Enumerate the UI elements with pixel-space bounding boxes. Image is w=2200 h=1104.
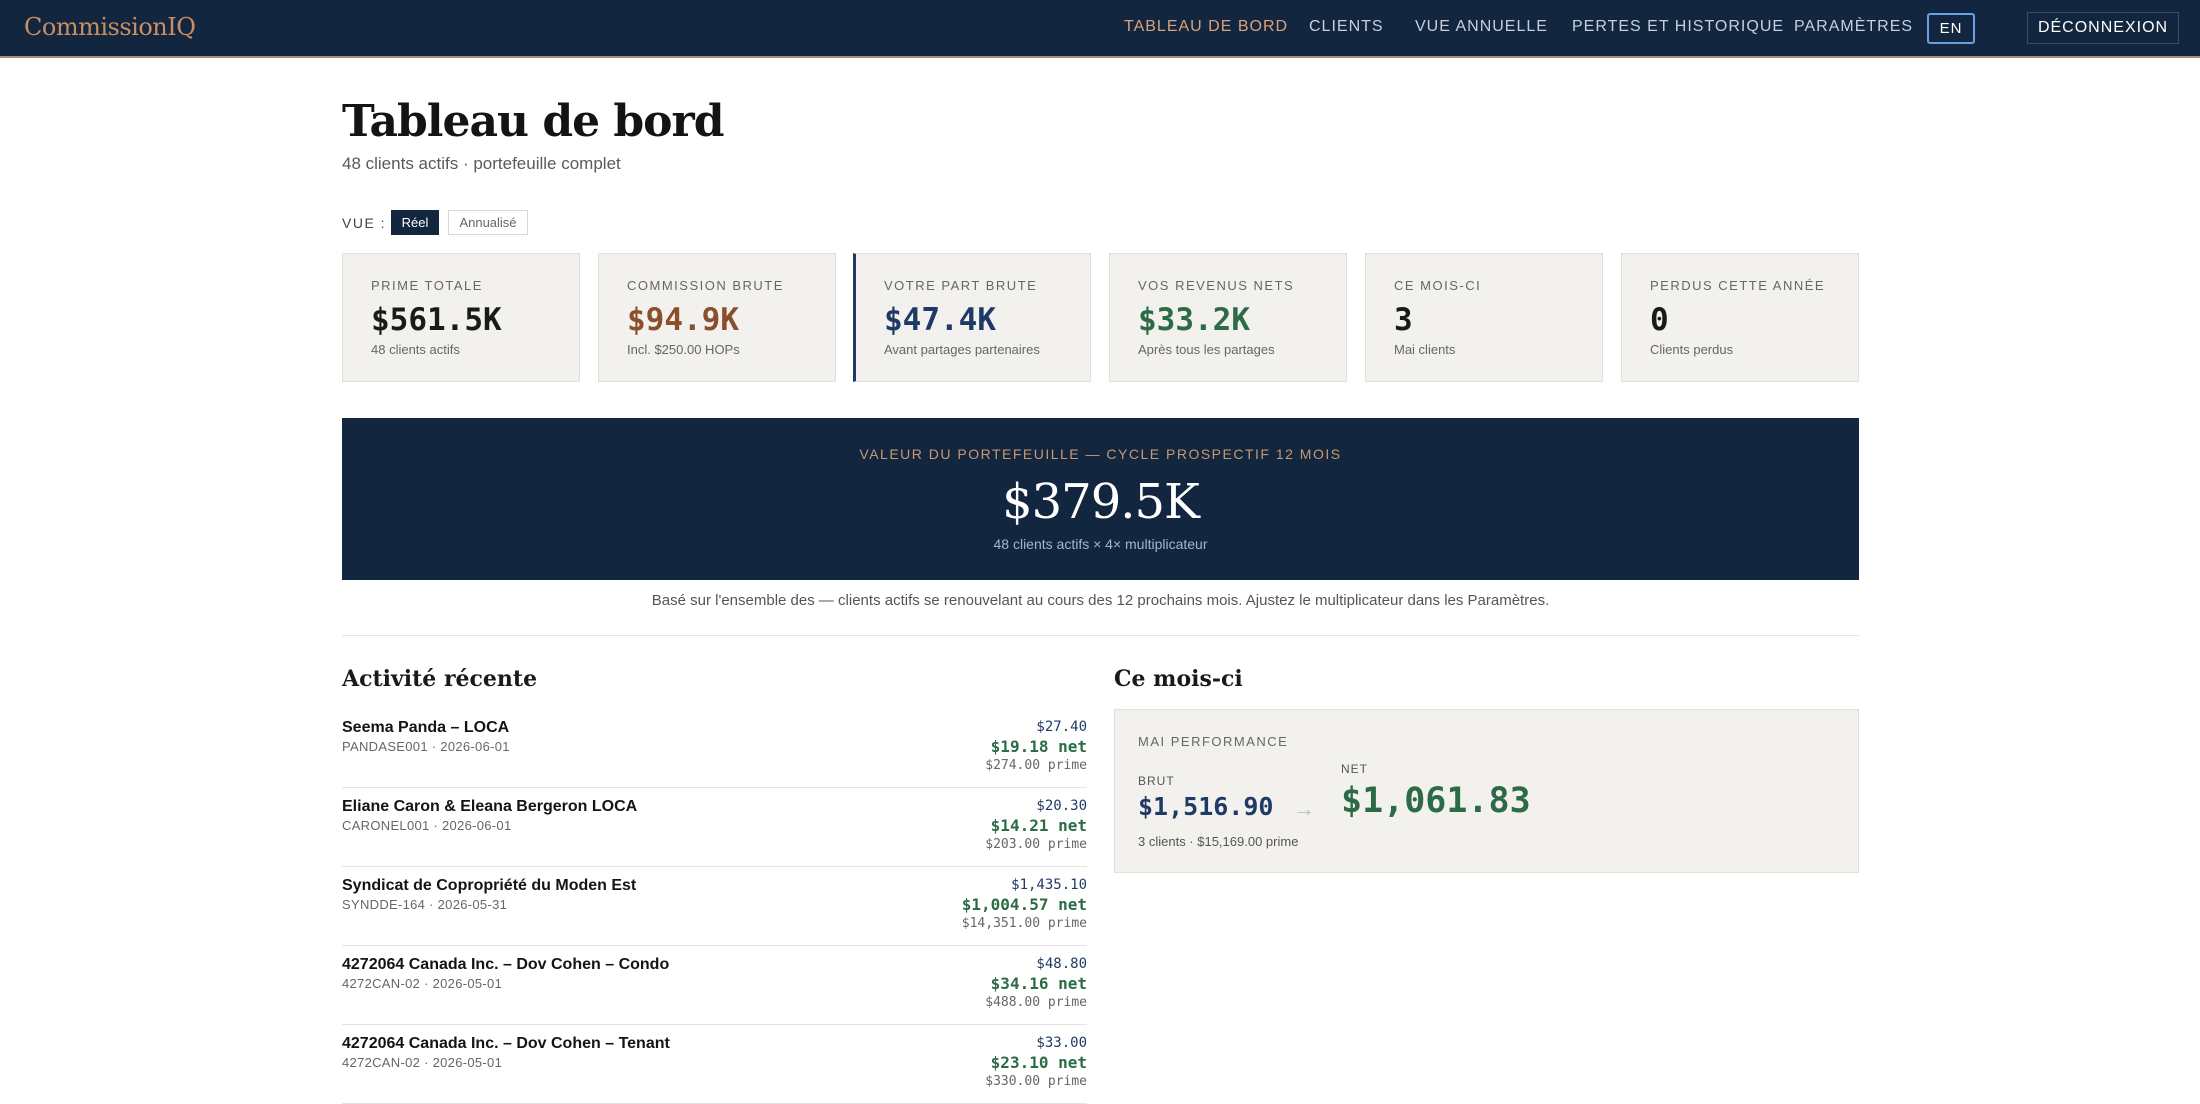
card-label: VOTRE PART BRUTE [884, 278, 1038, 293]
activity-client-name: 4272064 Canada Inc. – Dov Cohen – Condo [342, 956, 670, 973]
stat-card-votre-part-brute: VOTRE PART BRUTE $47.4K Avant partages p… [853, 253, 1091, 382]
activity-amount: $27.40 [1036, 719, 1087, 735]
portfolio-label: VALEUR DU PORTEFEUILLE — CYCLE PROSPECTI… [859, 446, 1342, 462]
card-note: Mai clients [1394, 342, 1456, 357]
month-title: Ce mois-ci [1114, 666, 1243, 692]
activity-amount: $20.30 [1036, 798, 1087, 814]
activity-row[interactable]: Syndicat de Copropriété du Moden Est SYN… [342, 867, 1087, 946]
activity-net: $34.16 net [990, 974, 1087, 993]
activity-client-name: Seema Panda – LOCA [342, 719, 510, 736]
card-note: Avant partages partenaires [884, 342, 1040, 357]
activity-amount: $48.80 [1036, 956, 1087, 972]
card-value: $33.2K [1138, 302, 1250, 338]
card-note: Incl. $250.00 HOPs [627, 342, 740, 357]
portfolio-value-banner: VALEUR DU PORTEFEUILLE — CYCLE PROSPECTI… [342, 418, 1859, 580]
nav-vue-annuelle[interactable]: VUE ANNUELLE [1415, 18, 1548, 36]
card-value: 0 [1650, 302, 1669, 338]
activity-amount: $1,435.10 [1011, 877, 1087, 893]
card-note: 48 clients actifs [371, 342, 460, 357]
brand-logo[interactable]: CommissionIQ [24, 13, 196, 41]
portfolio-note: 48 clients actifs × 4× multiplicateur [993, 536, 1208, 552]
net-value: $1,061.83 [1341, 781, 1531, 821]
view-reel-button[interactable]: Réel [391, 210, 439, 235]
activity-meta: PANDASE001 · 2026-06-01 [342, 739, 510, 754]
activity-row[interactable]: Seema Panda – LOCA PANDASE001 · 2026-06-… [342, 709, 1087, 788]
activity-meta: 4272CAN-02 · 2026-05-01 [342, 976, 503, 991]
logout-button[interactable]: DÉCONNEXION [2027, 12, 2179, 44]
month-performance-card: MAI PERFORMANCE BRUT $1,516.90 → NET $1,… [1114, 709, 1859, 873]
view-label: VUE : [342, 215, 387, 231]
activity-net: $1,004.57 net [961, 895, 1087, 914]
card-value: $47.4K [884, 302, 996, 338]
activity-amount: $33.00 [1036, 1035, 1087, 1051]
brut-value: $1,516.90 [1138, 792, 1274, 821]
activity-prime: $203.00 prime [985, 837, 1087, 852]
activity-client-name: Eliane Caron & Eleana Bergeron LOCA [342, 798, 638, 815]
month-note: 3 clients · $15,169.00 prime [1138, 834, 1299, 849]
activity-net: $14.21 net [990, 816, 1087, 835]
page-title: Tableau de bord [342, 96, 724, 147]
portfolio-value: $379.5K [1002, 474, 1200, 530]
activity-title: Activité récente [342, 666, 538, 692]
card-label: PRIME TOTALE [371, 278, 483, 293]
card-value: $561.5K [371, 302, 502, 338]
card-label: VOS REVENUS NETS [1138, 278, 1295, 293]
month-performance-label: MAI PERFORMANCE [1138, 734, 1289, 749]
card-value: $94.9K [627, 302, 739, 338]
arrow-right-icon: → [1293, 796, 1315, 821]
stat-card-prime-totale: PRIME TOTALE $561.5K 48 clients actifs [342, 253, 580, 382]
nav-parametres[interactable]: PARAMÈTRES [1794, 18, 1913, 36]
stat-card-perdus: PERDUS CETTE ANNÉE 0 Clients perdus [1621, 253, 1859, 382]
nav-tableau-de-bord[interactable]: TABLEAU DE BORD [1124, 18, 1288, 36]
card-label: CE MOIS-CI [1394, 278, 1482, 293]
activity-prime: $330.00 prime [985, 1074, 1087, 1089]
brut-label: BRUT [1138, 774, 1175, 788]
card-label: PERDUS CETTE ANNÉE [1650, 278, 1826, 293]
net-label: NET [1341, 762, 1368, 776]
stat-card-revenus-nets: VOS REVENUS NETS $33.2K Après tous les p… [1109, 253, 1347, 382]
activity-meta: 4272CAN-02 · 2026-05-01 [342, 1055, 503, 1070]
top-navigation-bar: CommissionIQ TABLEAU DE BORD CLIENTS VUE… [0, 0, 2200, 58]
activity-net: $23.10 net [990, 1053, 1087, 1072]
activity-meta: SYNDDE-164 · 2026-05-31 [342, 897, 508, 912]
card-value: 3 [1394, 302, 1413, 338]
activity-row[interactable]: 4272064 Canada Inc. – Dov Cohen – Tenant… [342, 1025, 1087, 1104]
view-annualise-button[interactable]: Annualisé [448, 210, 528, 235]
card-note: Clients perdus [1650, 342, 1734, 357]
card-label: COMMISSION BRUTE [627, 278, 784, 293]
nav-pertes-historique[interactable]: PERTES ET HISTORIQUE [1572, 18, 1784, 36]
activity-prime: $274.00 prime [985, 758, 1087, 773]
page-subtitle: 48 clients actifs · portefeuille complet [342, 154, 621, 173]
section-divider [342, 635, 1859, 636]
stat-card-ce-mois-ci: CE MOIS-CI 3 Mai clients [1365, 253, 1603, 382]
activity-row[interactable]: 4272064 Canada Inc. – Dov Cohen – Condo … [342, 946, 1087, 1025]
stat-card-commission-brute: COMMISSION BRUTE $94.9K Incl. $250.00 HO… [598, 253, 836, 382]
card-note: Après tous les partages [1138, 342, 1275, 357]
nav-clients[interactable]: CLIENTS [1309, 18, 1384, 36]
activity-client-name: 4272064 Canada Inc. – Dov Cohen – Tenant [342, 1035, 670, 1052]
portfolio-caption: Basé sur l'ensemble des — clients actifs… [651, 592, 1550, 609]
activity-prime: $488.00 prime [985, 995, 1087, 1010]
activity-prime: $14,351.00 prime [961, 916, 1087, 931]
language-toggle-button[interactable]: EN [1927, 13, 1975, 44]
activity-row[interactable]: Eliane Caron & Eleana Bergeron LOCA CARO… [342, 788, 1087, 867]
activity-net: $19.18 net [990, 737, 1087, 756]
activity-meta: CARONEL001 · 2026-06-01 [342, 818, 512, 833]
activity-client-name: Syndicat de Copropriété du Moden Est [342, 877, 637, 894]
